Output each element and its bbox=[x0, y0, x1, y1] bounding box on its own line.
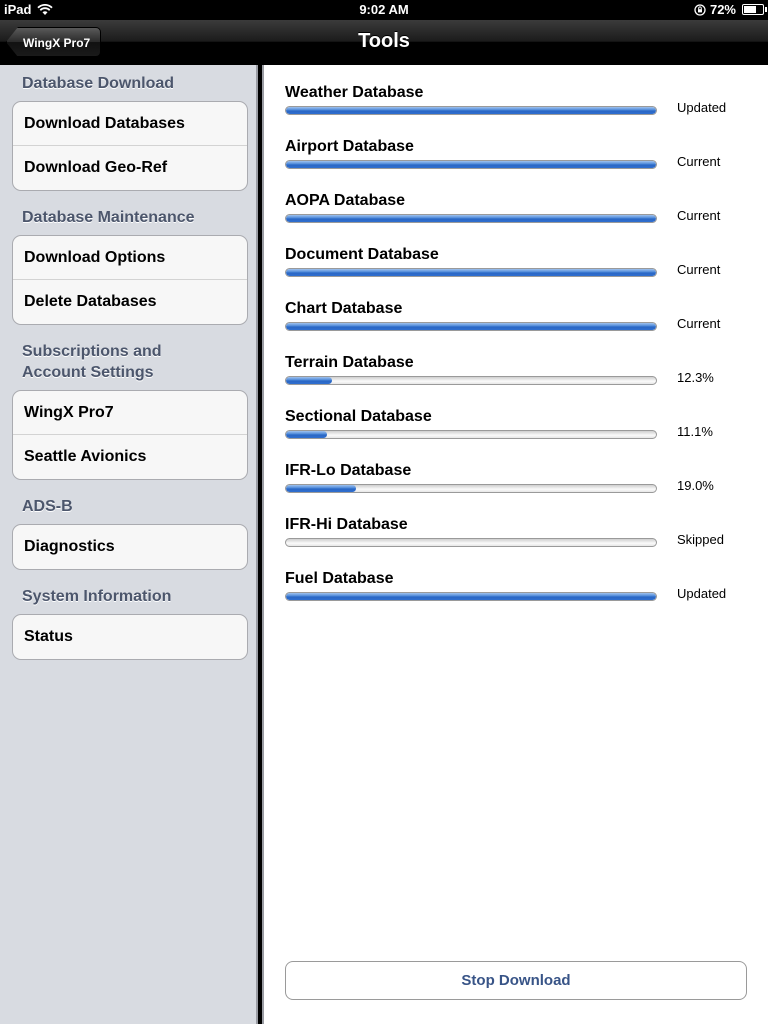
navigation-bar: WingX Pro7 Tools bbox=[0, 20, 768, 64]
progress-fill bbox=[286, 485, 357, 492]
database-row: Terrain Database 12.3% bbox=[285, 354, 755, 408]
section-header-database-download: Database Download bbox=[22, 75, 175, 92]
database-status: Current bbox=[677, 208, 721, 223]
group-ads-b: Diagnostics bbox=[12, 524, 248, 570]
progress-bar bbox=[285, 484, 657, 493]
database-status: 19.0% bbox=[677, 478, 714, 493]
database-row: AOPA Database Current bbox=[285, 192, 755, 246]
database-status: Current bbox=[677, 262, 721, 277]
status-bar: iPad 9:02 AM 72% bbox=[0, 0, 768, 20]
sidebar-item-seattle-avionics[interactable]: Seattle Avionics bbox=[13, 435, 247, 479]
group-system-information: Status bbox=[12, 614, 248, 660]
group-subscriptions: WingX Pro7 Seattle Avionics bbox=[12, 390, 248, 480]
database-name: Document Database bbox=[285, 246, 439, 263]
database-status: Current bbox=[677, 154, 721, 169]
progress-bar bbox=[285, 376, 657, 385]
progress-fill bbox=[286, 431, 328, 438]
database-name: Airport Database bbox=[285, 138, 414, 155]
database-download-panel: Weather Database Updated Airport Database C… bbox=[262, 65, 768, 1024]
section-header-subscriptions: Subscriptions and Account Settings bbox=[22, 341, 162, 383]
section-header-database-maintenance: Database Maintenance bbox=[22, 209, 195, 226]
sidebar: Database Download Download Databases Dow… bbox=[0, 65, 258, 1024]
database-name: Weather Database bbox=[285, 84, 424, 101]
clock: 9:02 AM bbox=[359, 2, 409, 17]
progress-fill bbox=[286, 215, 656, 222]
rotation-lock-icon bbox=[694, 3, 706, 16]
database-row: Weather Database Updated bbox=[285, 84, 755, 138]
battery-percent: 72% bbox=[709, 2, 736, 17]
progress-fill bbox=[286, 323, 656, 330]
progress-bar bbox=[285, 430, 657, 439]
database-name: IFR-Lo Database bbox=[285, 462, 412, 479]
sidebar-item-diagnostics[interactable]: Diagnostics bbox=[13, 525, 247, 569]
database-row: Fuel Database Updated bbox=[285, 570, 755, 624]
section-header-ads-b: ADS-B bbox=[22, 498, 73, 515]
stop-download-button[interactable]: Stop Download bbox=[285, 961, 747, 1000]
progress-fill bbox=[286, 107, 656, 114]
progress-fill bbox=[286, 269, 656, 276]
progress-bar bbox=[285, 268, 657, 277]
group-database-download: Download Databases Download Geo-Ref bbox=[12, 101, 248, 191]
database-status: Updated bbox=[677, 586, 727, 601]
database-name: AOPA Database bbox=[285, 192, 406, 209]
progress-bar bbox=[285, 160, 657, 169]
database-name: Terrain Database bbox=[285, 354, 414, 371]
sidebar-item-status[interactable]: Status bbox=[13, 615, 247, 659]
page-title: Tools bbox=[358, 30, 410, 52]
sidebar-item-wingx-pro7[interactable]: WingX Pro7 bbox=[13, 391, 247, 435]
section-header-line: Account Settings bbox=[22, 364, 154, 381]
progress-bar bbox=[285, 106, 657, 115]
database-row: Sectional Database 11.1% bbox=[285, 408, 755, 462]
sidebar-item-download-databases[interactable]: Download Databases bbox=[13, 102, 247, 146]
progress-bar bbox=[285, 538, 657, 547]
database-name: Sectional Database bbox=[285, 408, 432, 425]
progress-fill bbox=[286, 377, 332, 384]
sidebar-item-download-options[interactable]: Download Options bbox=[13, 236, 247, 280]
progress-bar bbox=[285, 214, 657, 223]
progress-fill bbox=[286, 161, 656, 168]
database-status: 11.1% bbox=[677, 424, 713, 439]
group-database-maintenance: Download Options Delete Databases bbox=[12, 235, 248, 325]
battery-icon bbox=[742, 4, 767, 15]
database-status: 12.3% bbox=[677, 370, 714, 385]
sidebar-item-delete-databases[interactable]: Delete Databases bbox=[13, 280, 247, 324]
section-header-system-information: System Information bbox=[22, 588, 172, 605]
database-name: Chart Database bbox=[285, 300, 403, 317]
progress-bar bbox=[285, 592, 657, 601]
database-row: Document Database Current bbox=[285, 246, 755, 300]
sidebar-item-download-geo-ref[interactable]: Download Geo-Ref bbox=[13, 146, 247, 190]
section-header-line: Subscriptions and bbox=[22, 343, 162, 360]
database-row: Airport Database Current bbox=[285, 138, 755, 192]
database-row: IFR-Lo Database 19.0% bbox=[285, 462, 755, 516]
progress-bar bbox=[285, 322, 657, 331]
database-name: IFR-Hi Database bbox=[285, 516, 408, 533]
database-row: Chart Database Current bbox=[285, 300, 755, 354]
database-name: Fuel Database bbox=[285, 570, 394, 587]
database-status: Current bbox=[677, 316, 721, 331]
database-row: IFR-Hi Database Skipped bbox=[285, 516, 755, 570]
database-status: Updated bbox=[677, 100, 727, 115]
progress-fill bbox=[286, 593, 656, 600]
database-status: Skipped bbox=[677, 532, 724, 547]
